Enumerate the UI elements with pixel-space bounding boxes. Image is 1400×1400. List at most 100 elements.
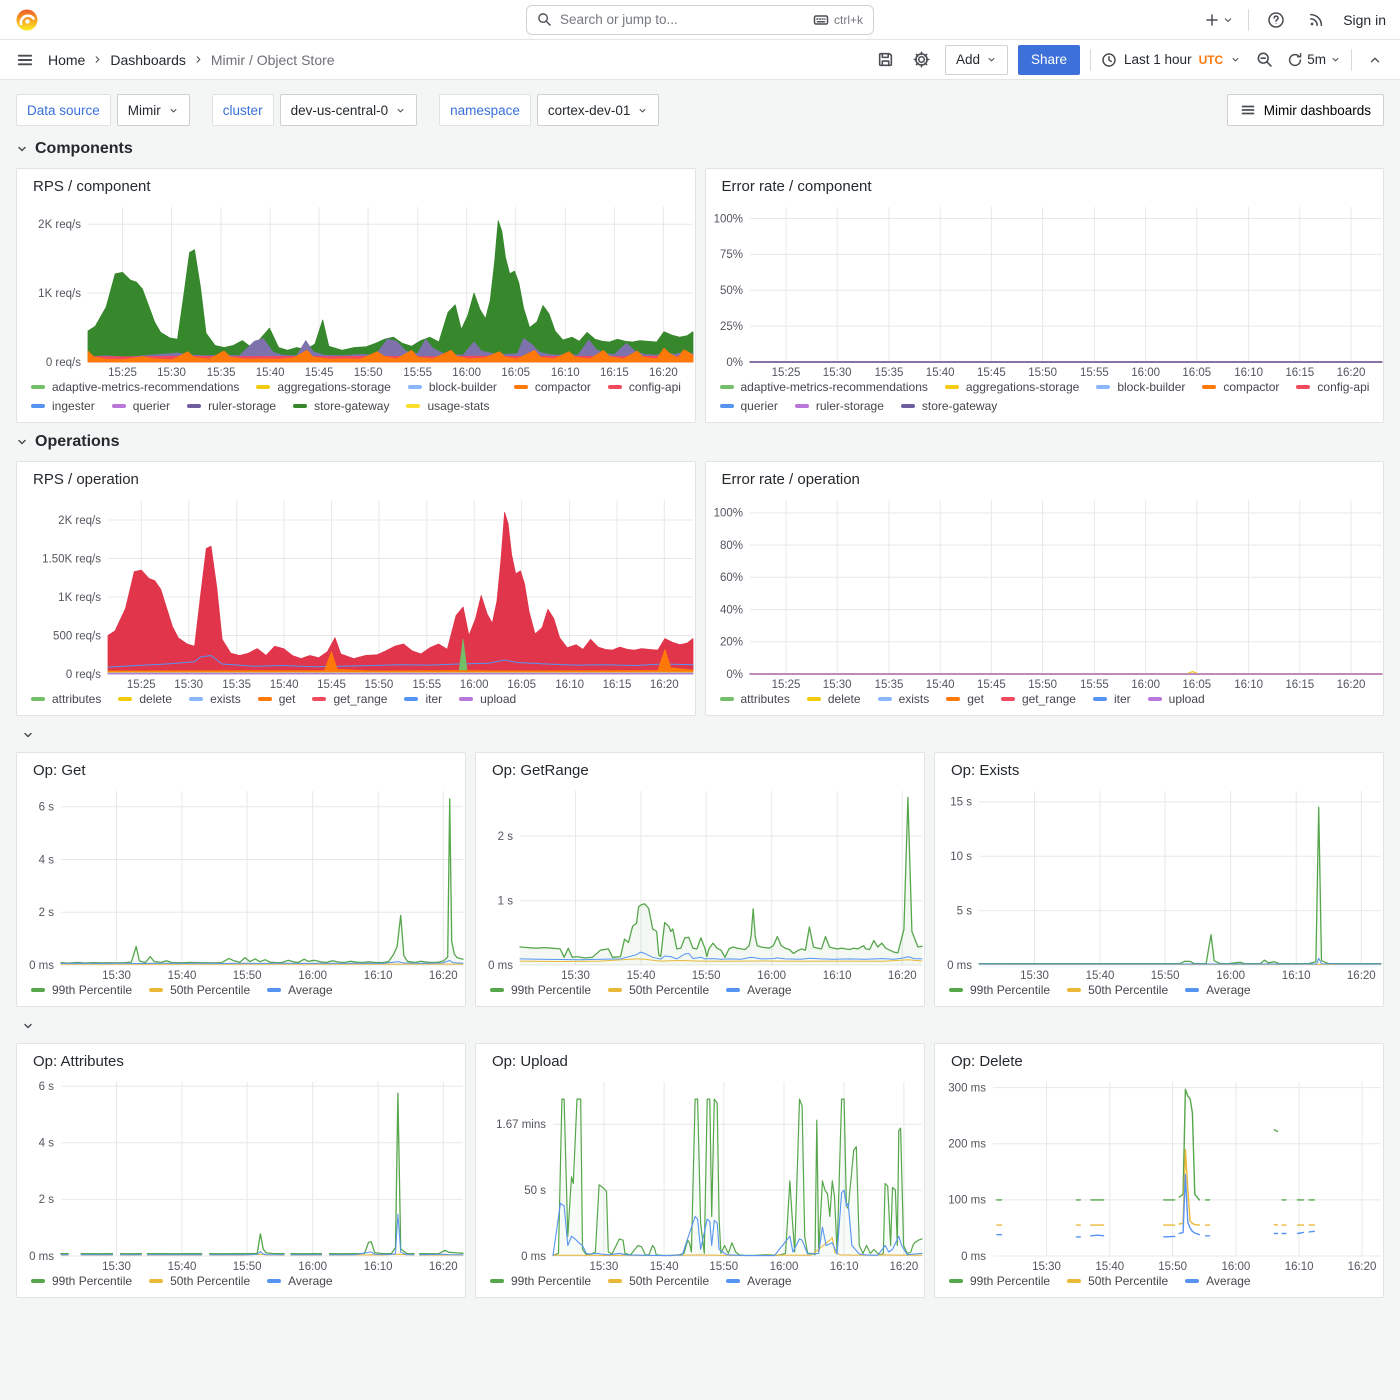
mimir-dashboards-button[interactable]: Mimir dashboards xyxy=(1227,94,1384,126)
legend-item[interactable]: upload xyxy=(1148,692,1205,706)
legend-item[interactable]: store-gateway xyxy=(293,399,389,413)
panel-chart[interactable]: 2K req/s1.50K req/s1K req/s500 req/s0 re… xyxy=(17,490,695,689)
panel-title-error-rate-operation[interactable]: Error rate / operation xyxy=(706,462,1384,490)
variable-datasource-label[interactable]: Data source xyxy=(16,94,111,126)
zoom-out-button[interactable] xyxy=(1251,47,1277,73)
share-button[interactable]: Share xyxy=(1018,45,1080,75)
panel-chart[interactable]: 2 s1 s0 ms15:3015:4015:5016:0016:1016:20 xyxy=(476,781,924,980)
legend-item[interactable]: 50th Percentile xyxy=(149,1274,250,1288)
legend-item[interactable]: querier xyxy=(112,399,170,413)
section-components[interactable]: Components xyxy=(16,140,1384,158)
panel-chart[interactable]: 15 s10 s5 s0 ms15:3015:4015:5016:0016:10… xyxy=(935,781,1383,980)
panel-chart[interactable]: 1.67 mins50 s0 ms15:3015:4015:5016:0016:… xyxy=(476,1072,924,1271)
legend-item[interactable]: delete xyxy=(807,692,861,706)
legend-item[interactable]: adaptive-metrics-recommendations xyxy=(31,380,239,394)
panel-chart[interactable]: 2K req/s1K req/s0 req/s15:2515:3015:3515… xyxy=(17,197,695,377)
panel-title-op-get[interactable]: Op: Get xyxy=(17,753,465,781)
variable-namespace-label[interactable]: namespace xyxy=(439,94,531,126)
mega-menu-toggle[interactable] xyxy=(12,47,38,73)
panel-title-op-upload[interactable]: Op: Upload xyxy=(476,1044,924,1072)
panel-chart[interactable]: 300 ms200 ms100 ms0 ms15:3015:4015:5016:… xyxy=(935,1072,1383,1271)
row-toggle-1[interactable] xyxy=(16,726,1384,744)
panel-title-rps-operation[interactable]: RPS / operation xyxy=(17,462,695,490)
legend-item[interactable]: exists xyxy=(878,692,930,706)
variable-cluster-value[interactable]: dev-us-central-0 xyxy=(280,94,418,126)
time-range-picker[interactable]: Last 1 hour UTC xyxy=(1101,52,1241,68)
panel-chart[interactable]: 100%80%60%40%20%0%15:2515:3015:3515:4015… xyxy=(706,490,1384,689)
variable-cluster-label[interactable]: cluster xyxy=(212,94,274,126)
legend-item[interactable]: delete xyxy=(118,692,172,706)
legend-item[interactable]: 50th Percentile xyxy=(608,1274,709,1288)
legend-item[interactable]: attributes xyxy=(720,692,790,706)
refresh-picker[interactable]: 5m xyxy=(1287,52,1341,68)
panel-chart[interactable]: 6 s4 s2 s0 ms15:3015:4015:5016:0016:1016… xyxy=(17,1072,465,1271)
save-dashboard-button[interactable] xyxy=(873,47,899,73)
breadcrumb-home[interactable]: Home xyxy=(48,52,85,68)
variable-datasource-value[interactable]: Mimir xyxy=(117,94,190,126)
legend-item[interactable]: aggregations-storage xyxy=(945,380,1079,394)
panel-title-rps-component[interactable]: RPS / component xyxy=(17,169,695,197)
legend-item[interactable]: 50th Percentile xyxy=(1067,983,1168,997)
panel-chart[interactable]: 100%75%50%25%0%15:2515:3015:3515:4015:45… xyxy=(706,197,1384,377)
legend-item[interactable]: upload xyxy=(459,692,516,706)
breadcrumb-dashboards[interactable]: Dashboards xyxy=(110,52,186,68)
legend-item[interactable]: iter xyxy=(404,692,442,706)
legend-item[interactable]: exists xyxy=(189,692,241,706)
panel-title-op-getrange[interactable]: Op: GetRange xyxy=(476,753,924,781)
legend-item[interactable]: adaptive-metrics-recommendations xyxy=(720,380,928,394)
legend-item[interactable]: block-builder xyxy=(1096,380,1185,394)
legend-item[interactable]: attributes xyxy=(31,692,101,706)
legend-item[interactable]: 99th Percentile xyxy=(949,983,1050,997)
keyboard-icon xyxy=(813,12,829,28)
legend-item[interactable]: iter xyxy=(1093,692,1131,706)
legend-item[interactable]: 99th Percentile xyxy=(31,1274,132,1288)
panel-title-op-delete[interactable]: Op: Delete xyxy=(935,1044,1383,1072)
row-toggle-2[interactable] xyxy=(16,1017,1384,1035)
legend-item[interactable]: get_range xyxy=(1001,692,1076,706)
legend-item[interactable]: store-gateway xyxy=(901,399,997,413)
add-panel-button[interactable]: Add xyxy=(945,45,1008,75)
new-menu-button[interactable] xyxy=(1204,12,1234,28)
search-input[interactable]: Search or jump to... ctrl+k xyxy=(526,5,874,35)
legend-item[interactable]: Average xyxy=(1185,983,1250,997)
legend-item[interactable]: block-builder xyxy=(408,380,497,394)
panel-chart[interactable]: 6 s4 s2 s0 ms15:3015:4015:5016:0016:1016… xyxy=(17,781,465,980)
legend-item[interactable]: 50th Percentile xyxy=(1067,1274,1168,1288)
variable-namespace-value[interactable]: cortex-dev-01 xyxy=(537,94,660,126)
grafana-logo[interactable] xyxy=(14,7,40,33)
legend-item[interactable]: Average xyxy=(267,983,332,997)
legend-item[interactable]: ruler-storage xyxy=(795,399,884,413)
legend-item[interactable]: usage-stats xyxy=(406,399,489,413)
legend-item[interactable]: Average xyxy=(726,983,791,997)
legend-item[interactable]: get_range xyxy=(312,692,387,706)
sign-in-link[interactable]: Sign in xyxy=(1343,12,1386,28)
legend-item[interactable]: get xyxy=(258,692,296,706)
legend-item[interactable]: config-api xyxy=(608,380,681,394)
legend-item[interactable]: 99th Percentile xyxy=(31,983,132,997)
legend-item[interactable]: Average xyxy=(267,1274,332,1288)
legend-item[interactable]: 99th Percentile xyxy=(490,983,591,997)
legend-item[interactable]: compactor xyxy=(514,380,591,394)
panel-title-op-attributes[interactable]: Op: Attributes xyxy=(17,1044,465,1072)
legend-item[interactable]: ingester xyxy=(31,399,95,413)
legend-item[interactable]: Average xyxy=(726,1274,791,1288)
help-button[interactable] xyxy=(1263,7,1289,33)
legend-item[interactable]: config-api xyxy=(1296,380,1369,394)
legend-item[interactable]: 99th Percentile xyxy=(490,1274,591,1288)
panel-title-error-rate-component[interactable]: Error rate / component xyxy=(706,169,1384,197)
news-button[interactable] xyxy=(1303,7,1329,33)
legend-item[interactable]: 50th Percentile xyxy=(149,983,250,997)
section-operations[interactable]: Operations xyxy=(16,433,1384,451)
legend-item[interactable]: ruler-storage xyxy=(187,399,276,413)
legend-swatch xyxy=(267,988,281,992)
panel-title-op-exists[interactable]: Op: Exists xyxy=(935,753,1383,781)
legend-item[interactable]: querier xyxy=(720,399,778,413)
legend-item[interactable]: 99th Percentile xyxy=(949,1274,1050,1288)
legend-item[interactable]: compactor xyxy=(1202,380,1279,394)
dashboard-settings-button[interactable] xyxy=(909,47,935,73)
legend-item[interactable]: Average xyxy=(1185,1274,1250,1288)
legend-item[interactable]: get xyxy=(946,692,984,706)
collapse-toolbar-button[interactable] xyxy=(1362,47,1388,73)
legend-item[interactable]: 50th Percentile xyxy=(608,983,709,997)
legend-item[interactable]: aggregations-storage xyxy=(256,380,390,394)
